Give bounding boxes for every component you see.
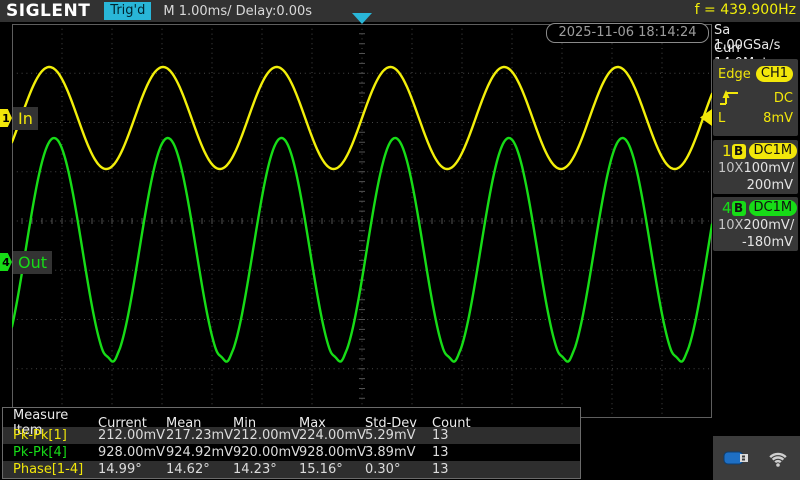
channel1-panel[interactable]: 1 B DC1M 10X 100mV/ 200mV <box>713 140 798 194</box>
ch4-coupling-badge: DC1M <box>748 200 798 216</box>
ch1-level-marker[interactable]: 1 <box>0 109 12 127</box>
siglent-logo: SIGLENT <box>6 1 91 21</box>
channel4-panel[interactable]: 4 B DC1M 10X 200mV/ -180mV <box>713 197 798 251</box>
ch4-bandwidth-badge: B <box>731 200 746 216</box>
ch4-probe-ratio: 10X <box>718 218 744 233</box>
trigger-panel[interactable]: Edge CH1 DC L 8mV <box>713 59 798 136</box>
measurement-value: 13 <box>432 445 449 460</box>
ch1-scale: 100mV/ <box>743 161 795 176</box>
measurement-value: 14.62° <box>166 462 210 477</box>
measurement-value: 924.92mV <box>166 445 234 460</box>
measurement-value: 928.00mV <box>98 445 166 460</box>
measurement-value: 3.89mV <box>365 445 416 460</box>
measurement-value: 14.23° <box>233 462 277 477</box>
system-status-panel <box>713 436 800 480</box>
ch4-number: 4 <box>722 199 732 217</box>
waveform-display[interactable] <box>12 24 712 418</box>
measurement-value: 13 <box>432 462 449 477</box>
measurement-value: 920.00mV <box>233 445 301 460</box>
measurement-value: 224.00mV <box>299 428 367 443</box>
measurement-table[interactable]: Measure Item Current Mean Min Max Std-De… <box>2 407 581 479</box>
ch1-offset: 200mV <box>746 178 793 193</box>
ch4-offset: -180mV <box>741 235 793 250</box>
ch4-level-marker[interactable]: 4 <box>0 253 12 271</box>
measurement-value: 212.00mV <box>98 428 166 443</box>
timebase-readout[interactable]: M 1.00ms/ Delay:0.00s <box>163 4 312 19</box>
datetime-display: 2025-11-06 18:14:24 <box>546 23 709 43</box>
ch4-scale: 200mV/ <box>743 218 795 233</box>
ch1-bandwidth-badge: B <box>731 143 746 159</box>
measurement-item-label: Pk-Pk[1] <box>13 428 67 443</box>
ch1-probe-ratio: 10X <box>718 161 744 176</box>
measurement-value: 13 <box>432 428 449 443</box>
measurement-row[interactable]: Pk-Pk[1] 212.00mV 217.23mV 212.00mV 224.00mV… <box>3 427 580 444</box>
measurement-value: 212.00mV <box>233 428 301 443</box>
trigger-status-badge: Trig'd <box>104 2 152 20</box>
measurement-value: 217.23mV <box>166 428 234 443</box>
oscilloscope-screen: { "top_bar": { "logo": "SIGLENT", "trigg… <box>0 0 800 480</box>
usb-icon[interactable] <box>723 449 753 467</box>
measurement-value: 0.30° <box>365 462 401 477</box>
measurement-item-label: Phase[1-4] <box>13 462 84 477</box>
measurement-row[interactable]: Pk-Pk[4] 928.00mV 924.92mV 920.00mV 928.00mV… <box>3 444 580 461</box>
wifi-icon[interactable] <box>765 448 791 468</box>
measurement-row[interactable]: Phase[1-4] 14.99° 14.62° 14.23° 15.16° 0.30° 1… <box>3 461 580 478</box>
trigger-level-label: L <box>718 111 726 126</box>
trigger-level-value: 8mV <box>763 111 793 126</box>
measurement-value: 14.99° <box>98 462 142 477</box>
measurement-item-label: Pk-Pk[4] <box>13 445 67 460</box>
measurement-value: 5.29mV <box>365 428 416 443</box>
measurement-header-row: Measure Item Current Mean Min Max Std-De… <box>3 408 580 438</box>
rising-edge-icon <box>720 90 738 105</box>
ch1-coupling-badge: DC1M <box>748 143 798 159</box>
trigger-type-label: Edge <box>718 66 751 82</box>
trigger-source-badge[interactable]: CH1 <box>755 66 793 82</box>
top-status-bar: SIGLENT Trig'd M 1.00ms/ Delay:0.00s f =… <box>0 0 800 22</box>
measurement-value: 928.00mV <box>299 445 367 460</box>
trigger-coupling-label: DC <box>773 90 793 106</box>
ch1-number: 1 <box>722 142 732 160</box>
ch1-trace-label: In <box>13 107 38 130</box>
ch4-trace-label: Out <box>13 251 53 274</box>
frequency-counter: f = 439.900Hz <box>694 2 796 18</box>
measurement-value: 15.16° <box>299 462 343 477</box>
